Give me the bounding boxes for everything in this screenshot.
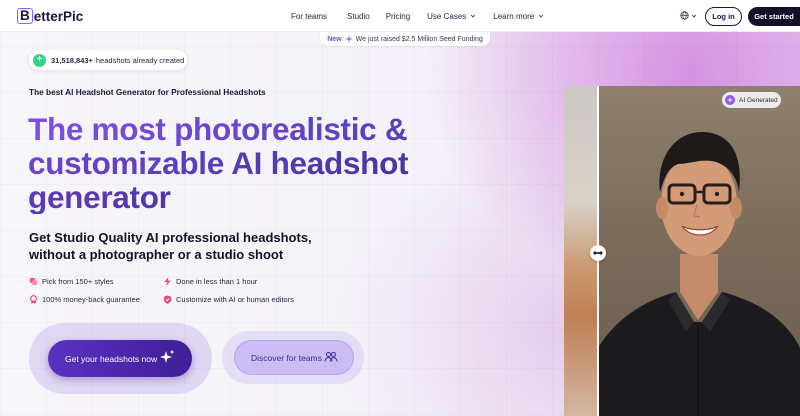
feature-item: Done in less than 1 hour [163,277,257,286]
top-navbar: BetterPic For teams Studio Pricing Use C… [0,0,800,32]
subheadline-line-1: Get Studio Quality AI professional heads… [29,230,312,245]
feature-item: Pick from 150+ styles [29,277,113,286]
get-started-button[interactable]: Get started [748,7,800,26]
discover-teams-button[interactable]: Discover for teams [234,340,354,375]
nav-link-studio[interactable]: Studio [347,12,370,21]
headshot-portrait [598,132,800,416]
nav-link-use-cases[interactable]: Use Cases [427,12,476,21]
announcement-text: We just raised $2.5 Million Seed Funding [355,35,483,43]
tagline: The best AI Headshot Generator for Profe… [29,87,266,97]
counter-value: 31,518,843+ [51,55,93,65]
sparkle-icon [160,349,175,363]
nav-link-learn-more[interactable]: Learn more [493,12,544,21]
nav-link-pricing[interactable]: Pricing [386,12,410,21]
globe-icon [680,11,689,20]
counter-text: headshots already created [95,55,185,65]
shield-icon [163,295,172,304]
drag-arrows-icon [593,250,603,256]
sparkle-icon [344,35,353,43]
announcement-bar[interactable]: New We just raised $2.5 Million Seed Fun… [320,32,490,46]
headline-line-3: generator [28,180,548,214]
feature-item: Customize with AI or human editors [163,295,294,304]
brand-logo[interactable]: BetterPic [17,8,83,24]
hero-subheadline: Get Studio Quality AI professional heads… [29,229,312,263]
nav-links: For teams Studio Pricing Use Cases Learn… [291,0,544,32]
get-headshots-button[interactable]: Get your headshots now [48,340,192,377]
hero-headline: The most photorealistic & customizable A… [28,112,548,214]
headline-line-2: customizable AI headshot [28,146,548,180]
chevron-down-icon [539,14,544,18]
logo-text: etterPic [33,8,84,24]
team-icon [324,352,338,362]
medal-icon [30,295,37,304]
headline-line-1: The most photorealistic & [28,112,548,146]
login-button[interactable]: Log in [705,7,742,26]
ai-generated-badge: AI Generated [722,92,781,108]
subheadline-line-2: without a photographer or a studio shoot [29,247,284,262]
plus-icon: + [33,53,46,67]
chevron-down-icon [471,14,476,18]
language-selector[interactable] [680,11,697,20]
nav-link-for-teams[interactable]: For teams [291,12,327,21]
logo-mark: B [17,8,33,24]
chevron-down-icon [691,14,697,17]
comparison-slider-handle[interactable] [590,245,606,261]
feature-item: 100% money-back guarantee [29,295,140,304]
layers-icon [29,277,38,286]
new-badge: New [327,35,342,43]
ai-sparkle-icon [725,95,735,105]
lightning-icon [164,277,171,286]
headshot-counter: + 31,518,843+ headshots already created [29,50,187,70]
